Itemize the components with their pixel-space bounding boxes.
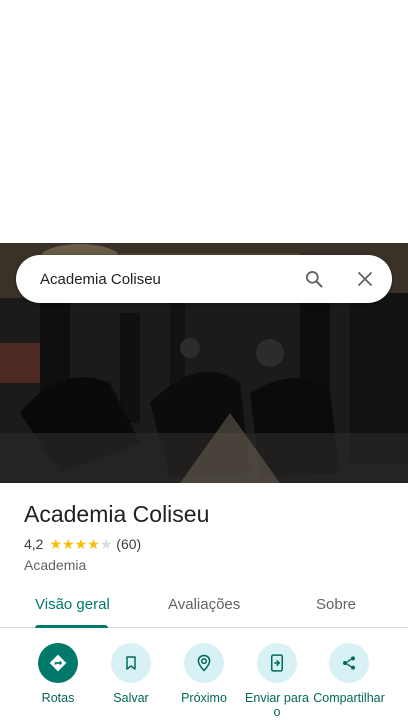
send-to-phone-icon [257, 643, 297, 683]
directions-button[interactable]: Rotas [18, 643, 98, 705]
active-tab-indicator [35, 625, 108, 628]
review-count: (60) [116, 536, 142, 552]
star-icon: ★ [62, 536, 75, 552]
close-icon[interactable] [353, 267, 377, 291]
nearby-icon [184, 643, 224, 683]
share-icon [329, 643, 369, 683]
place-category: Academia [24, 557, 87, 573]
send-to-phone-label: Enviar para o [245, 691, 309, 719]
nearby-label: Próximo [181, 691, 227, 705]
search-bar[interactable] [16, 255, 392, 303]
directions-label: Rotas [41, 691, 75, 705]
star-empty-icon: ★ [99, 536, 113, 552]
rating-row[interactable]: 4,2 ★ ★ ★ ★ ★ (60) [24, 536, 141, 552]
send-to-phone-button[interactable]: Enviar para o [237, 643, 317, 719]
directions-icon [38, 643, 78, 683]
bookmark-icon [111, 643, 151, 683]
star-icon: ★ [87, 536, 100, 552]
place-details-sheet: Academia Coliseu 4,2 ★ ★ ★ ★ ★ (60) Acad… [0, 483, 408, 726]
share-button[interactable]: Compartilhar [309, 643, 389, 705]
search-icon[interactable] [302, 267, 326, 291]
tab-bar: Visão geral Avaliações Sobre [0, 583, 408, 628]
rating-value: 4,2 [24, 536, 44, 552]
save-button[interactable]: Salvar [91, 643, 171, 705]
tab-about[interactable]: Sobre [316, 596, 356, 613]
star-icon: ★ [74, 536, 88, 552]
rating-stars: ★ ★ ★ ★ ★ [49, 537, 112, 551]
star-icon: ★ [49, 536, 63, 552]
tab-reviews[interactable]: Avaliações [168, 596, 240, 613]
save-label: Salvar [113, 691, 149, 705]
place-title: Academia Coliseu [24, 501, 210, 527]
search-input[interactable] [40, 270, 290, 288]
tab-overview[interactable]: Visão geral [35, 596, 110, 613]
share-label: Compartilhar [313, 691, 385, 705]
nearby-button[interactable]: Próximo [164, 643, 244, 705]
